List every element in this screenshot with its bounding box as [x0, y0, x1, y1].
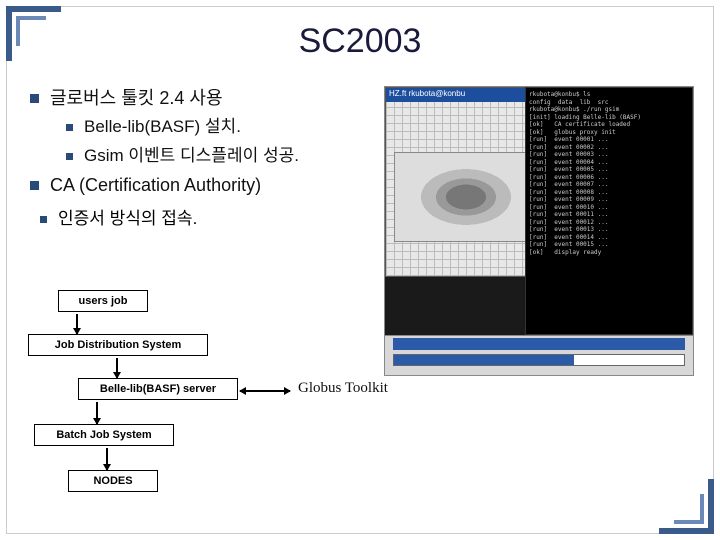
- progress-bar: [393, 354, 685, 366]
- arrow-down-icon: [96, 402, 98, 424]
- event-display-window: HZ.ft rkubota@konbu: [385, 87, 545, 277]
- box-label: Batch Job System: [56, 429, 151, 441]
- box-job-distribution: Job Distribution System: [28, 334, 208, 356]
- progress-window: [385, 335, 693, 375]
- detector-graphic: [394, 152, 538, 242]
- window-titlebar: HZ.ft rkubota@konbu: [386, 88, 544, 102]
- box-label: Belle-lib(BASF) server: [100, 383, 216, 395]
- sub-bullet-text: 인증서 방식의 접속.: [58, 209, 197, 228]
- box-batch-system: Batch Job System: [34, 424, 174, 446]
- box-users-job: users job: [58, 290, 148, 312]
- progress-fill: [394, 355, 574, 365]
- arrow-down-icon: [76, 314, 78, 334]
- sub-bullet-text: Gsim 이벤트 디스플레이 성공.: [84, 146, 299, 165]
- terminal-window: rkubota@konbu$ ls config data lib src rk…: [525, 87, 693, 335]
- bullet-text: 글로버스 툴킷 2.4 사용: [50, 88, 223, 108]
- slide-title: SC2003: [0, 22, 720, 61]
- arrow-down-icon: [116, 358, 118, 378]
- arrow-bidir-icon: [240, 390, 290, 392]
- globus-label: Globus Toolkit: [298, 380, 388, 397]
- progress-title: [393, 338, 685, 350]
- box-label: NODES: [93, 475, 132, 487]
- event-display-canvas: [386, 102, 544, 276]
- box-label: Job Distribution System: [55, 339, 182, 351]
- embedded-screenshot: HZ.ft rkubota@konbu rkubota@konbu$ ls co…: [384, 86, 694, 376]
- box-belle-server: Belle-lib(BASF) server: [78, 378, 238, 400]
- sub-bullet-text: Belle-lib(BASF) 설치.: [84, 117, 241, 136]
- corner-inner-br: [679, 499, 714, 534]
- arrow-down-icon: [106, 448, 108, 470]
- bullet-text: CA (Certification Authority): [50, 175, 261, 195]
- box-nodes: NODES: [68, 470, 158, 492]
- box-label: users job: [79, 295, 128, 307]
